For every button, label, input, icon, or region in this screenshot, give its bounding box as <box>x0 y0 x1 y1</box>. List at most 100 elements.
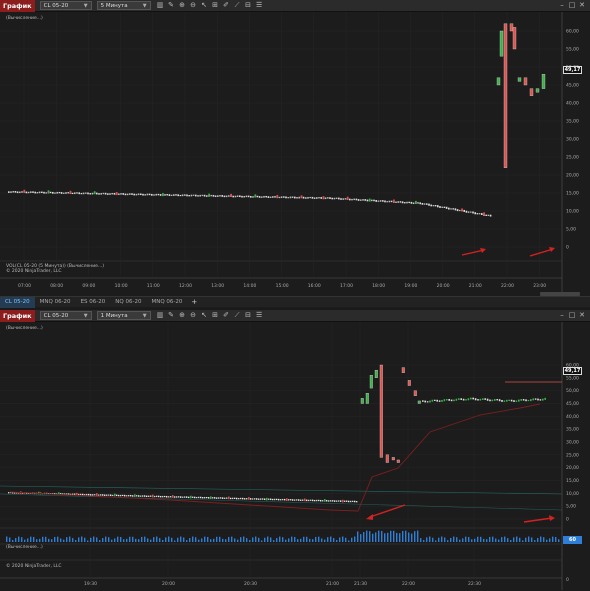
bottom-price-chart[interactable]: 60,0055,0050,0045,0040,0035,0030,0025,00… <box>0 322 590 591</box>
template-icon[interactable]: ⊞ <box>210 0 221 11</box>
candle <box>300 195 303 199</box>
candle <box>342 198 344 200</box>
candle <box>428 203 430 206</box>
candle <box>320 499 322 502</box>
tab-es-06-20[interactable]: ES 06-20 <box>76 297 111 308</box>
tab-mnq-06-20[interactable]: MNQ 06-20 <box>35 297 76 308</box>
volume-bar <box>228 536 230 542</box>
candle <box>182 496 184 498</box>
instrument-selector[interactable]: CL 05-20 ▼ <box>39 311 92 320</box>
properties-icon[interactable]: ☰ <box>254 0 265 11</box>
candle <box>58 191 61 194</box>
pencil-icon[interactable]: ✎ <box>166 0 177 11</box>
candle <box>124 494 126 497</box>
annotation-arrow <box>461 249 485 256</box>
zoom-in-icon[interactable]: ⊕ <box>177 0 188 11</box>
candle <box>479 398 482 401</box>
volume-bar <box>201 538 203 542</box>
y-tick-label: 60,00 <box>566 29 579 35</box>
candle <box>122 494 124 497</box>
volume-bar <box>324 539 326 542</box>
add-tab-button[interactable]: + <box>187 298 201 306</box>
minimize-icon[interactable]: – <box>557 0 567 11</box>
drawing-icon[interactable]: ✐ <box>221 310 232 321</box>
candle <box>335 197 338 199</box>
candle <box>250 195 252 198</box>
candle <box>357 199 360 201</box>
candle <box>204 496 206 499</box>
indicator-icon[interactable]: ⊟ <box>243 310 254 321</box>
properties-icon[interactable]: ☰ <box>254 310 265 321</box>
cursor-icon[interactable]: ↖ <box>199 0 210 11</box>
tab-cl-05-20[interactable]: CL 05-20 <box>0 296 35 308</box>
copyright-label: © 2020 NinjaTrader, LLC <box>6 564 62 569</box>
strategy-icon[interactable]: ⟋ <box>232 0 243 11</box>
tab-mnq-06-20-2[interactable]: MNQ 06-20 <box>146 297 187 308</box>
candle <box>501 400 503 402</box>
period-selector[interactable]: 5 Минута ▼ <box>96 1 151 10</box>
candle <box>225 195 228 198</box>
close-icon[interactable]: ✕ <box>577 310 587 321</box>
zoom-in-icon[interactable]: ⊕ <box>177 310 188 321</box>
volume-bar <box>498 539 500 542</box>
maximize-icon[interactable]: □ <box>567 310 577 321</box>
close-icon[interactable]: ✕ <box>577 0 587 11</box>
candle <box>168 194 171 196</box>
candle <box>179 194 182 197</box>
candle <box>23 189 26 193</box>
candle <box>458 398 460 400</box>
strategy-icon[interactable]: ⟋ <box>232 310 243 321</box>
indicator-icon[interactable]: ⊟ <box>243 0 254 11</box>
template-icon[interactable]: ⊞ <box>210 310 221 321</box>
window-title[interactable]: График <box>0 309 35 322</box>
volume-bar <box>396 532 398 542</box>
candle <box>482 398 484 400</box>
candle <box>144 194 146 196</box>
instrument-selector[interactable]: CL 05-20 ▼ <box>39 1 92 10</box>
tab-nq-06-20[interactable]: NQ 06-20 <box>110 297 146 308</box>
candle <box>349 198 351 201</box>
bar-chart-icon[interactable]: ▥ <box>155 0 166 11</box>
candle <box>272 196 274 198</box>
candle <box>294 196 296 199</box>
minimize-icon[interactable]: – <box>557 310 567 321</box>
cursor-icon[interactable]: ↖ <box>199 310 210 321</box>
x-tick-label: 19:30 <box>84 581 97 587</box>
candle <box>192 194 195 196</box>
drawing-icon[interactable]: ✐ <box>221 0 232 11</box>
candle <box>424 400 426 403</box>
zoom-out-icon[interactable]: ⊖ <box>188 0 199 11</box>
zoom-out-icon[interactable]: ⊖ <box>188 310 199 321</box>
candle <box>282 498 284 501</box>
volume-bar <box>360 534 362 542</box>
volume-bar <box>192 536 194 542</box>
volume-bar <box>303 536 305 542</box>
candle <box>311 196 314 199</box>
candle <box>535 88 540 93</box>
maximize-icon[interactable]: □ <box>567 0 577 11</box>
window-title[interactable]: График <box>0 0 35 12</box>
volume-bar <box>243 536 245 542</box>
volume-bar <box>450 538 452 542</box>
candle <box>111 192 113 195</box>
period-value: 5 Минута <box>100 3 128 9</box>
period-selector[interactable]: 1 Минута ▼ <box>96 311 151 320</box>
candle <box>56 191 58 194</box>
candle <box>530 399 532 402</box>
candle <box>32 191 34 193</box>
volume-bar <box>312 539 314 542</box>
volume-bar <box>207 536 209 542</box>
pencil-icon[interactable]: ✎ <box>166 310 177 321</box>
top-price-chart[interactable]: 60,0055,0050,0045,0040,0035,0030,0025,00… <box>0 12 590 296</box>
candle <box>491 399 494 402</box>
candle <box>437 205 439 208</box>
candle <box>263 195 265 198</box>
candle <box>503 400 506 402</box>
candle <box>69 190 72 194</box>
bar-chart-icon[interactable]: ▥ <box>155 310 166 321</box>
y-tick-label: 55,00 <box>566 47 579 53</box>
volume-bar <box>234 538 236 542</box>
candle <box>129 193 131 195</box>
volume-bar <box>150 539 152 542</box>
candle <box>308 499 310 502</box>
